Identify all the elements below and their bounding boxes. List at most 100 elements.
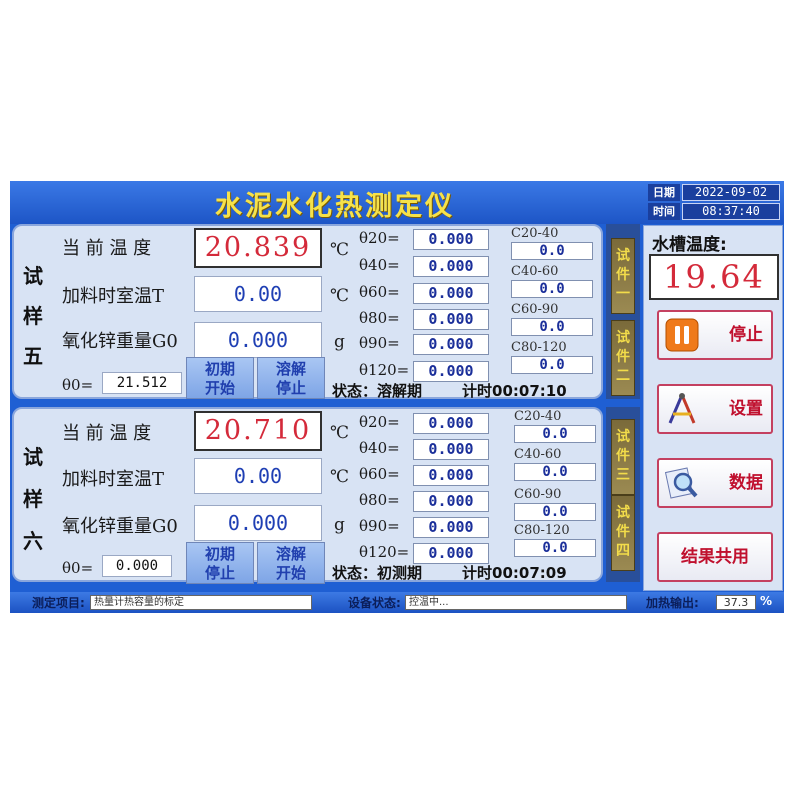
heat-output-label: 加热输出: (646, 596, 699, 610)
zno-weight-label: 氧化锌重量G0 (62, 516, 178, 537)
stop-button[interactable]: 停止 (657, 310, 773, 360)
theta0-label: θ0= (62, 559, 94, 577)
piece-1-button[interactable]: 试件一 (611, 238, 635, 314)
timer-value: 00:07:10 (492, 382, 567, 400)
status-text: 状态：初测期 (332, 562, 422, 583)
magnifier-icon (665, 467, 698, 499)
c-value: 0.0 (511, 318, 593, 336)
room-temp-label: 加料时室温T (62, 469, 165, 490)
sample-name-char: 样 (23, 304, 43, 328)
data-button-label: 数据 (729, 473, 763, 493)
drafting-tools-icon (668, 393, 696, 424)
current-temp-label: 当 前 温 度 (62, 238, 152, 259)
water-tank-temp: 19.64 (649, 254, 779, 300)
project-label: 测定项目: (32, 596, 85, 610)
device-status-label: 设备状态: (348, 596, 401, 610)
piece-column-lower: 试件三 试件四 (606, 407, 640, 582)
timer-text: 计时00:07:10 (462, 380, 567, 401)
theta-value: 0.000 (413, 491, 489, 512)
settings-button[interactable]: 设置 (657, 384, 773, 434)
theta-value: 0.000 (413, 361, 489, 382)
stop-button-label: 停止 (729, 325, 763, 345)
theta-value: 0.000 (413, 309, 489, 330)
c-value: 0.0 (511, 242, 593, 260)
theta0-value: 0.000 (102, 555, 172, 577)
sample-name-char: 六 (23, 529, 43, 553)
theta-label: θ90= (359, 517, 400, 535)
timer-value: 00:07:09 (492, 564, 567, 582)
status-text: 状态：溶解期 (332, 380, 422, 401)
control-panel: 水槽温度: 19.64 停止 设置 数据 结果共用 (643, 225, 783, 591)
dissolve-start-button[interactable]: 溶解 开始 (257, 542, 325, 584)
zno-weight-label: 氧化锌重量G0 (62, 331, 178, 352)
c-value: 0.0 (511, 280, 593, 298)
theta0-label: θ0= (62, 376, 94, 394)
sample-name-char: 样 (23, 487, 43, 511)
status-value: 初测期 (377, 564, 423, 582)
room-temp-input[interactable]: 0.00 (194, 458, 322, 494)
water-tank-label: 水槽温度: (652, 235, 727, 255)
celsius-unit: ℃ (330, 240, 350, 260)
theta-label: θ80= (359, 491, 400, 509)
theta-value: 0.000 (413, 229, 489, 250)
date-value: 2022-09-02 (682, 184, 780, 201)
current-temp-value: 20.710 (194, 411, 322, 451)
heat-output-unit: % (760, 594, 773, 608)
theta-label: θ80= (359, 309, 400, 327)
data-button[interactable]: 数据 (657, 458, 773, 508)
c-label: C80-120 (511, 340, 567, 355)
current-temp-label: 当 前 温 度 (62, 423, 152, 444)
theta-value: 0.000 (413, 256, 489, 277)
dissolve-button-label: 溶解 开始 (275, 545, 306, 582)
share-results-button[interactable]: 结果共用 (657, 532, 773, 582)
initial-button-label: 初期 开始 (204, 360, 235, 397)
timer-prefix: 计时 (462, 382, 493, 400)
theta-value: 0.000 (413, 543, 489, 564)
zno-weight-input[interactable]: 0.000 (194, 505, 322, 541)
room-temp-input[interactable]: 0.00 (194, 276, 322, 312)
zno-weight-input[interactable]: 0.000 (194, 322, 322, 358)
initial-button-label: 初期 停止 (204, 545, 235, 582)
piece-3-button[interactable]: 试件三 (611, 419, 635, 495)
piece-2-button[interactable]: 试件二 (611, 320, 635, 396)
initial-start-button[interactable]: 初期 开始 (186, 357, 254, 399)
c-label: C20-40 (514, 409, 562, 424)
title-bar: 水泥水化热测定仪 日期 2022-09-02 时间 08:37:40 (10, 181, 784, 224)
celsius-unit: ℃ (330, 467, 350, 487)
timer-text: 计时00:07:09 (462, 562, 567, 583)
project-field: 热量计热容量的标定 (90, 595, 312, 610)
c-label: C20-40 (511, 226, 559, 241)
bottom-status-bar: 测定项目: 热量计热容量的标定 设备状态: 控温中... 加热输出: 37.3 … (10, 592, 784, 613)
room-temp-label: 加料时室温T (62, 286, 165, 307)
c-label: C60-90 (514, 487, 562, 502)
piece-4-button[interactable]: 试件四 (611, 495, 635, 571)
celsius-unit: ℃ (330, 286, 350, 306)
gram-unit: g (334, 332, 345, 352)
current-temp-value: 20.839 (194, 228, 322, 268)
timer-prefix: 计时 (462, 564, 493, 582)
sample-panel-6: 试 样 六 当 前 温 度 20.710 ℃ 加料时室温T 0.00 ℃ 氧化锌… (12, 407, 603, 584)
theta-value: 0.000 (413, 413, 489, 434)
share-results-button-label: 结果共用 (681, 547, 749, 567)
dissolve-button-label: 溶解 停止 (275, 360, 306, 397)
c-label: C40-60 (511, 264, 559, 279)
theta-label: θ90= (359, 334, 400, 352)
status-prefix: 状态： (332, 564, 378, 582)
heat-output-value: 37.3 (716, 595, 756, 610)
pause-icon (665, 318, 699, 352)
c-value: 0.0 (514, 539, 596, 557)
c-value: 0.0 (511, 356, 593, 374)
c-value: 0.0 (514, 463, 596, 481)
dissolve-stop-button[interactable]: 溶解 停止 (257, 357, 325, 399)
c-label: C60-90 (511, 302, 559, 317)
theta-label: θ40= (359, 439, 400, 457)
theta-label: θ20= (359, 413, 400, 431)
theta-label: θ120= (359, 543, 410, 561)
sample-name-char: 五 (23, 344, 43, 368)
sample-name-char: 试 (23, 445, 43, 469)
theta0-value: 21.512 (102, 372, 182, 394)
initial-stop-button[interactable]: 初期 停止 (186, 542, 254, 584)
theta-label: θ60= (359, 465, 400, 483)
theta-label: θ60= (359, 283, 400, 301)
c-label: C80-120 (514, 523, 570, 538)
